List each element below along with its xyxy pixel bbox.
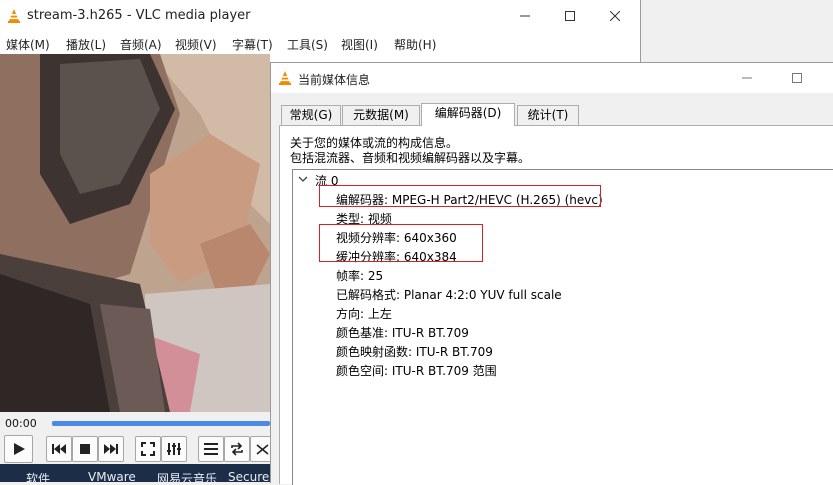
description-line-2: 包括混流器、音频和视频编解码器以及字幕。 [290, 151, 531, 165]
shuffle-icon [256, 444, 269, 455]
tab-metadata[interactable]: 元数据(M) [342, 105, 420, 125]
equalizer-icon [167, 443, 181, 455]
taskbar-item-netease[interactable]: 网易云音乐 [157, 470, 217, 482]
menu-tools[interactable]: 工具(S) [287, 36, 328, 53]
seek-slider[interactable] [52, 421, 270, 426]
menu-media[interactable]: 媒体(M) [6, 36, 50, 53]
taskbar-item-vmware[interactable]: VMware [88, 470, 136, 482]
next-icon [104, 444, 118, 454]
menu-playback[interactable]: 播放(L) [66, 36, 106, 53]
taskbar-item-software[interactable]: 软件 [26, 470, 50, 482]
tab-statistics[interactable]: 统计(T) [517, 105, 579, 125]
chevron-down-icon[interactable] [298, 173, 308, 187]
dialog-minimize-button[interactable] [724, 63, 770, 93]
video-frame-image [0, 54, 270, 412]
tab-general[interactable]: 常规(G) [281, 105, 341, 125]
video-frame[interactable] [0, 54, 270, 412]
resolution-highlight-box [319, 224, 483, 262]
frame-rate-row: 帧率: 25 [336, 269, 384, 283]
menu-view[interactable]: 视图(I) [341, 36, 378, 53]
playlist-icon [204, 443, 218, 455]
fullscreen-button[interactable] [135, 436, 161, 462]
vlc-titlebar[interactable]: stream-3.h265 - VLC media player [0, 0, 640, 32]
dialog-maximize-button[interactable] [774, 63, 820, 93]
loop-icon [231, 442, 243, 456]
stop-icon [80, 444, 90, 454]
seek-bar-area: 00:00 [0, 412, 270, 434]
minimize-button[interactable] [502, 0, 548, 32]
play-button[interactable] [4, 435, 33, 463]
color-transfer-row: 颜色映射函数: ITU-R BT.709 [336, 345, 493, 359]
menu-audio[interactable]: 音频(A) [120, 36, 162, 53]
color-space-row: 颜色空间: ITU-R BT.709 范围 [336, 364, 497, 378]
window-title: stream-3.h265 - VLC media player [27, 8, 251, 23]
taskbar-item-secure[interactable]: Secure [228, 470, 269, 482]
previous-icon [52, 444, 66, 454]
menu-help[interactable]: 帮助(H) [394, 36, 436, 53]
next-button[interactable] [98, 436, 124, 462]
playback-controls [0, 434, 276, 464]
orientation-row: 方向: 上左 [336, 307, 392, 321]
extended-settings-button[interactable] [161, 436, 187, 462]
tab-codec[interactable]: 编解码器(D) [421, 103, 515, 126]
color-primaries-row: 颜色基准: ITU-R BT.709 [336, 326, 469, 340]
loop-button[interactable] [224, 436, 250, 462]
menu-subtitle[interactable]: 字幕(T) [232, 36, 273, 53]
windows-taskbar: 软件 VMware 网易云音乐 Secure [0, 464, 270, 482]
vlc-cone-icon [6, 8, 22, 27]
codec-tab-panel: 关于您的媒体或流的构成信息。 包括混流器、音频和视频编解码器以及字幕。 流 0 … [279, 125, 833, 485]
vlc-cone-icon [277, 70, 293, 89]
dialog-title: 当前媒体信息 [298, 73, 371, 87]
stop-button[interactable] [72, 436, 98, 462]
decoded-format-row: 已解码格式: Planar 4:2:0 YUV full scale [336, 288, 562, 302]
playlist-button[interactable] [198, 436, 224, 462]
maximize-button[interactable] [547, 0, 593, 32]
media-info-dialog: 当前媒体信息 常规(G) 元数据(M) 编解码器(D) 统计(T) 关于您的媒体… [270, 62, 833, 485]
previous-button[interactable] [46, 436, 72, 462]
codec-highlight-box [319, 185, 601, 207]
dialog-titlebar[interactable]: 当前媒体信息 [271, 63, 833, 93]
menu-video[interactable]: 视频(V) [175, 36, 217, 53]
codec-tree[interactable]: 流 0 编解码器: MPEG-H Part2/HEVC (H.265) (hev… [292, 169, 833, 485]
play-icon [13, 443, 25, 455]
elapsed-time: 00:00 [5, 417, 37, 430]
menu-bar: 媒体(M) 播放(L) 音频(A) 视频(V) 字幕(T) 工具(S) 视图(I… [0, 32, 640, 54]
fullscreen-icon [141, 442, 155, 456]
close-button[interactable] [592, 0, 638, 32]
